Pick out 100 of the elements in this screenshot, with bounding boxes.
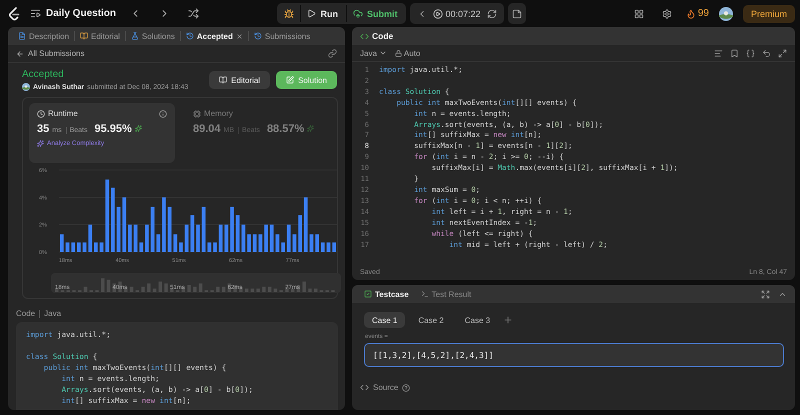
bar bbox=[224, 224, 228, 252]
bar bbox=[145, 224, 149, 252]
bar bbox=[150, 206, 154, 252]
logo-icon[interactable] bbox=[8, 6, 20, 20]
case-tab[interactable]: Case 3 bbox=[456, 312, 498, 328]
bar bbox=[218, 224, 223, 252]
bar bbox=[281, 242, 285, 252]
submit-button[interactable]: Submit bbox=[346, 5, 404, 22]
info-icon bbox=[159, 110, 167, 118]
panel-tab[interactable]: Solutions bbox=[126, 31, 181, 41]
checkbox-icon bbox=[364, 290, 372, 298]
lock-icon bbox=[394, 50, 402, 56]
bar bbox=[111, 188, 115, 252]
bar bbox=[168, 206, 172, 252]
close-icon[interactable] bbox=[236, 32, 243, 40]
section-title: Code bbox=[16, 309, 36, 318]
plus-icon[interactable] bbox=[503, 315, 514, 325]
panel-title: Code bbox=[372, 31, 394, 41]
bar bbox=[139, 242, 144, 252]
bar bbox=[173, 234, 178, 252]
link-icon[interactable] bbox=[328, 49, 337, 58]
bookmark-icon[interactable] bbox=[730, 48, 739, 58]
panel-tab[interactable]: Editorial bbox=[75, 31, 126, 41]
expand-icon[interactable] bbox=[778, 48, 787, 58]
bar bbox=[230, 206, 234, 252]
help-icon[interactable] bbox=[402, 384, 410, 392]
back-link[interactable]: All Submissions bbox=[16, 49, 84, 58]
fullscreen-icon[interactable] bbox=[761, 290, 770, 298]
bar bbox=[179, 242, 183, 252]
book-icon bbox=[80, 32, 88, 40]
avatar-icon bbox=[22, 83, 30, 91]
bar bbox=[292, 234, 296, 252]
bar bbox=[94, 242, 98, 252]
history-icon bbox=[254, 32, 262, 40]
input-field[interactable]: [[1,3,2],[4,5,2],[2,4,3]] bbox=[364, 343, 784, 367]
bar bbox=[66, 242, 70, 252]
case-tab[interactable]: Case 2 bbox=[410, 312, 452, 328]
grid-icon bbox=[634, 8, 644, 18]
stat-label: Runtime bbox=[48, 109, 78, 118]
panel-tab[interactable]: Description bbox=[13, 31, 76, 41]
bar bbox=[116, 206, 120, 252]
book-icon bbox=[219, 76, 228, 84]
bar bbox=[258, 234, 262, 252]
braces-icon[interactable] bbox=[746, 48, 755, 58]
premium-button[interactable]: Premium bbox=[742, 4, 795, 22]
case-tab[interactable]: Case 1 bbox=[364, 312, 406, 328]
sparkle-icon bbox=[37, 140, 44, 147]
bar bbox=[276, 234, 280, 252]
bug-icon bbox=[284, 8, 294, 18]
bar bbox=[252, 234, 257, 252]
cloud-upload-icon bbox=[352, 8, 363, 18]
bar bbox=[100, 242, 104, 252]
avatar-icon[interactable] bbox=[718, 6, 733, 20]
bar bbox=[247, 234, 251, 252]
play-icon bbox=[307, 9, 316, 18]
language-label: Java bbox=[44, 309, 62, 318]
bar bbox=[60, 234, 64, 252]
auto-mode-toggle[interactable]: Auto bbox=[394, 48, 420, 58]
run-button[interactable]: Run bbox=[300, 5, 344, 22]
problem-list-title[interactable]: Daily Question bbox=[46, 8, 116, 19]
bar bbox=[82, 242, 86, 252]
align-left-icon[interactable] bbox=[714, 48, 723, 58]
settings-icon bbox=[662, 8, 672, 18]
code-icon bbox=[360, 383, 369, 392]
bar bbox=[332, 242, 336, 252]
panel-tab[interactable]: Submissions bbox=[248, 31, 316, 41]
bar bbox=[196, 224, 200, 252]
language-dropdown[interactable]: Java bbox=[360, 48, 387, 58]
bar bbox=[304, 197, 308, 252]
document-icon bbox=[18, 32, 26, 40]
stat-label: Memory bbox=[204, 109, 233, 118]
flame-icon bbox=[686, 8, 696, 18]
refresh-icon bbox=[486, 8, 497, 18]
panel-tab[interactable]: Testcase bbox=[360, 290, 413, 298]
terminal-icon bbox=[420, 290, 429, 298]
bar bbox=[156, 234, 160, 252]
bar bbox=[310, 234, 314, 252]
submission-status: Accepted bbox=[22, 69, 65, 80]
flask-icon bbox=[130, 32, 139, 40]
history-icon bbox=[186, 32, 194, 40]
chevron-down-icon bbox=[378, 49, 387, 57]
streak-count[interactable]: 99 bbox=[698, 8, 709, 19]
bar bbox=[236, 215, 240, 252]
bar bbox=[326, 242, 330, 252]
panel-tab[interactable]: Accepted bbox=[180, 31, 249, 41]
notes-button[interactable] bbox=[508, 3, 526, 24]
bar bbox=[286, 224, 291, 252]
bar bbox=[213, 242, 217, 252]
beats-percent: 95.95% bbox=[94, 123, 132, 135]
bar bbox=[162, 197, 166, 252]
note-icon bbox=[512, 8, 522, 18]
list-icon bbox=[30, 8, 41, 19]
source-link[interactable]: Source bbox=[373, 383, 398, 392]
bar bbox=[270, 224, 274, 252]
undo-icon[interactable] bbox=[762, 48, 771, 58]
chip-icon bbox=[193, 110, 201, 118]
stat-value: 89.04 bbox=[193, 123, 221, 135]
editorial-button[interactable]: Editorial bbox=[209, 71, 270, 89]
panel-tab[interactable]: Test Result bbox=[416, 290, 476, 298]
bar bbox=[242, 224, 246, 252]
